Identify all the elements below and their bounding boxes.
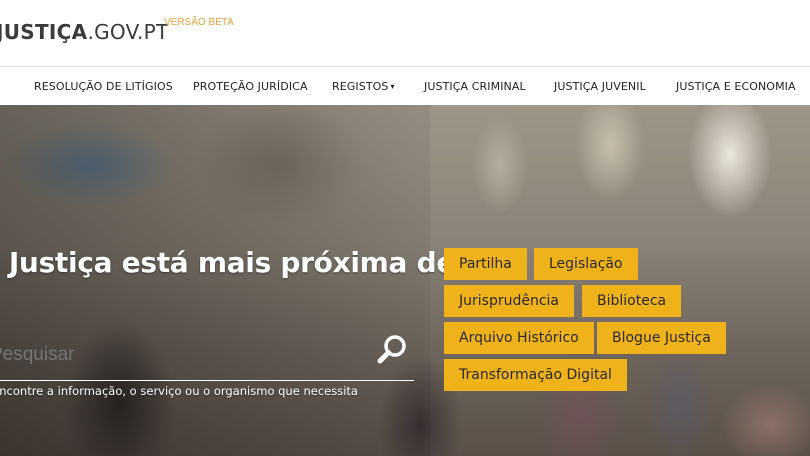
quick-link-jurisprudencia[interactable]: Jurisprudência [444, 285, 574, 317]
quick-link-partilha[interactable]: Partilha [444, 248, 527, 280]
caret-down-icon: ▾ [390, 82, 395, 91]
logo-bold-text: JUSTIÇA [0, 20, 88, 44]
nav-item-registos[interactable]: REGISTOS ▾ [332, 80, 395, 93]
hero-banner: A Justiça está mais próxima de si Encont… [0, 105, 810, 456]
quick-link-biblioteca[interactable]: Biblioteca [582, 285, 682, 317]
nav-item-registos-label: REGISTOS [332, 80, 389, 93]
search-box [0, 330, 414, 381]
search-input[interactable] [0, 344, 350, 366]
hero-headline: A Justiça está mais próxima de si [0, 246, 491, 279]
quick-link-arquivo-historico[interactable]: Arquivo Histórico [444, 322, 594, 354]
nav-item-protecao-juridica[interactable]: PROTEÇÃO JURÍDICA [193, 80, 308, 93]
quick-link-transformacao-digital[interactable]: Transformação Digital [444, 359, 627, 391]
site-logo[interactable]: JUSTIÇA.GOV.PT [0, 20, 169, 44]
nav-item-justica-juvenil[interactable]: JUSTIÇA JUVENIL [554, 80, 646, 93]
nav-item-resolucao-litigios[interactable]: RESOLUÇÃO DE LITÍGIOS [34, 80, 173, 93]
site-header: JUSTIÇA.GOV.PT VERSÃO BETA [0, 0, 810, 67]
main-nav: S RESOLUÇÃO DE LITÍGIOS PROTEÇÃO JURÍDIC… [0, 67, 810, 105]
quick-link-blogue-justica[interactable]: Blogue Justiça [597, 322, 726, 354]
logo-domain-text: .GOV.PT [87, 20, 169, 44]
search-hint: Encontre a informação, o serviço ou o or… [0, 384, 358, 398]
nav-item-justica-economia[interactable]: JUSTIÇA E ECONOMIA [676, 80, 796, 93]
beta-badge: VERSÃO BETA [164, 17, 234, 28]
quick-link-legislacao[interactable]: Legislação [534, 248, 638, 280]
search-icon[interactable] [376, 333, 410, 367]
hero-shade [0, 105, 430, 456]
nav-item-justica-criminal[interactable]: JUSTIÇA CRIMINAL [424, 80, 526, 93]
